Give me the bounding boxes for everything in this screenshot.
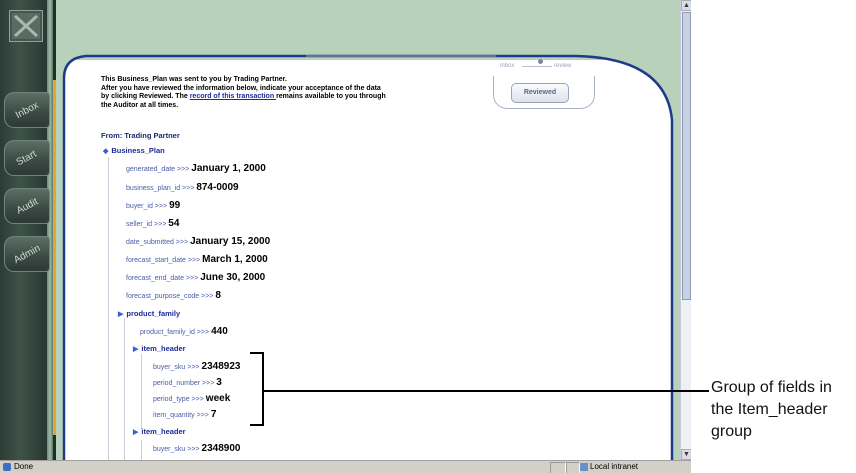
field-row: item_quantity >>> 7	[153, 409, 216, 420]
field-name: buyer_id >>>	[126, 203, 168, 210]
field-value: January 15, 2000	[190, 236, 271, 247]
field-value: 7	[210, 409, 217, 420]
field-name: forecast_purpose_code >>>	[126, 293, 214, 300]
field-row: forecast_end_date >>> June 30, 2000	[126, 272, 265, 283]
page-done-icon	[3, 463, 11, 471]
intro-line-3-post: remains available to you through	[276, 93, 386, 100]
intro-line-3-pre: by clicking Reviewed. The	[101, 93, 190, 100]
field-value: January 1, 2000	[191, 163, 266, 174]
node-label: item_header	[141, 344, 186, 353]
field-value: week	[205, 393, 231, 404]
field-value: 2348923	[201, 361, 241, 372]
scroll-up-icon[interactable]: ▲	[681, 0, 691, 11]
field-row: period_type >>> week	[153, 393, 230, 404]
browser-window: Inbox Start Audit Admin This Business_Pl…	[0, 0, 691, 473]
intranet-zone-icon	[580, 463, 588, 471]
zone-label: Local intranet	[590, 462, 639, 471]
tree-node-product-family[interactable]: ▶ product_family	[118, 309, 180, 318]
callout-line-2: the Item_header	[711, 401, 828, 418]
field-row: generated_date >>> January 1, 2000	[126, 163, 266, 174]
reviewed-button[interactable]: Reviewed	[511, 83, 569, 103]
status-cell	[550, 462, 566, 473]
field-value: 440	[211, 326, 228, 337]
field-name: seller_id >>>	[126, 221, 167, 228]
node-label: Business_Plan	[111, 146, 165, 155]
status-review-label: review	[554, 63, 572, 69]
tree-line-item-header-2	[141, 440, 142, 460]
field-name: business_plan_id >>>	[126, 185, 195, 192]
callout-text: Group of fields in the Item_header group	[711, 377, 856, 443]
diamond-icon: ◆	[103, 148, 109, 155]
field-value: 3	[216, 377, 222, 388]
tree-node-item-header[interactable]: ▶ item_header	[133, 427, 186, 436]
expand-triangle-icon: ▶	[133, 346, 139, 353]
scroll-down-icon[interactable]: ▼	[681, 449, 691, 460]
tree-line-root	[108, 157, 109, 460]
field-row: forecast_start_date >>> March 1, 2000	[126, 254, 268, 265]
tree-node-business-plan[interactable]: ◆ Business_Plan	[103, 146, 165, 155]
bracket-bottom	[250, 424, 264, 426]
field-value: 54	[168, 218, 180, 229]
field-row: date_submitted >>> January 15, 2000	[126, 236, 270, 247]
tree-line-product-family	[124, 318, 125, 460]
intro-line-4: the Auditor at all times.	[101, 101, 179, 109]
node-label: item_header	[141, 427, 186, 436]
callout-line-3: group	[711, 423, 752, 440]
callout-leader-line	[264, 390, 709, 392]
field-value: March 1, 2000	[202, 254, 268, 265]
field-row: buyer_sku >>> 2348900	[153, 443, 240, 454]
field-row: business_plan_id >>> 874-0009	[126, 182, 239, 193]
status-text: Done	[14, 462, 34, 471]
field-row: forecast_purpose_code >>> 8	[126, 290, 221, 301]
field-name: generated_date >>>	[126, 166, 190, 173]
field-name: period_type >>>	[153, 396, 204, 403]
field-name: item_quantity >>>	[153, 412, 209, 419]
bracket-vertical	[262, 352, 264, 426]
field-value: 99	[169, 200, 181, 211]
field-name: date_submitted >>>	[126, 239, 189, 246]
tree-line-item-header-1	[141, 354, 142, 430]
status-cell	[566, 462, 580, 473]
node-label: product_family	[126, 309, 181, 318]
field-row: period_number >>> 3	[153, 377, 222, 388]
status-bar: Done Local intranet	[0, 460, 691, 473]
field-row: seller_id >>> 54	[126, 218, 179, 229]
transaction-record-link[interactable]: record of this transaction	[190, 93, 276, 100]
field-name: forecast_end_date >>>	[126, 275, 199, 282]
field-value: June 30, 2000	[200, 272, 266, 283]
intro-line-2: After you have reviewed the information …	[101, 84, 381, 92]
field-name: forecast_start_date >>>	[126, 257, 201, 264]
field-value: 2348900	[201, 443, 241, 454]
status-track-line	[522, 66, 552, 67]
from-label: From: Trading Partner	[101, 131, 180, 140]
field-name: product_family_id >>>	[140, 329, 210, 336]
field-name: period_number >>>	[153, 380, 215, 387]
intro-message: This Business_Plan was sent to you by Tr…	[101, 76, 481, 110]
expand-triangle-icon: ▶	[118, 311, 124, 318]
field-name: buyer_sku >>>	[153, 446, 200, 453]
field-value: 874-0009	[196, 182, 239, 193]
status-inbox-label: inbox	[500, 63, 515, 69]
field-row: buyer_id >>> 99	[126, 200, 180, 211]
tree-node-item-header[interactable]: ▶ item_header	[133, 344, 186, 353]
field-row: buyer_sku >>> 2348923	[153, 361, 240, 372]
intro-line-3: by clicking Reviewed. The record of this…	[101, 93, 481, 102]
scroll-thumb[interactable]	[682, 12, 691, 300]
status-current-dot	[538, 59, 543, 64]
field-value: 8	[215, 290, 221, 301]
field-name: buyer_sku >>>	[153, 364, 200, 371]
intro-line-1: This Business_Plan was sent to you by Tr…	[101, 76, 287, 83]
callout-line-1: Group of fields in	[711, 379, 832, 396]
field-row: product_family_id >>> 440	[140, 326, 228, 337]
expand-triangle-icon: ▶	[133, 429, 139, 436]
